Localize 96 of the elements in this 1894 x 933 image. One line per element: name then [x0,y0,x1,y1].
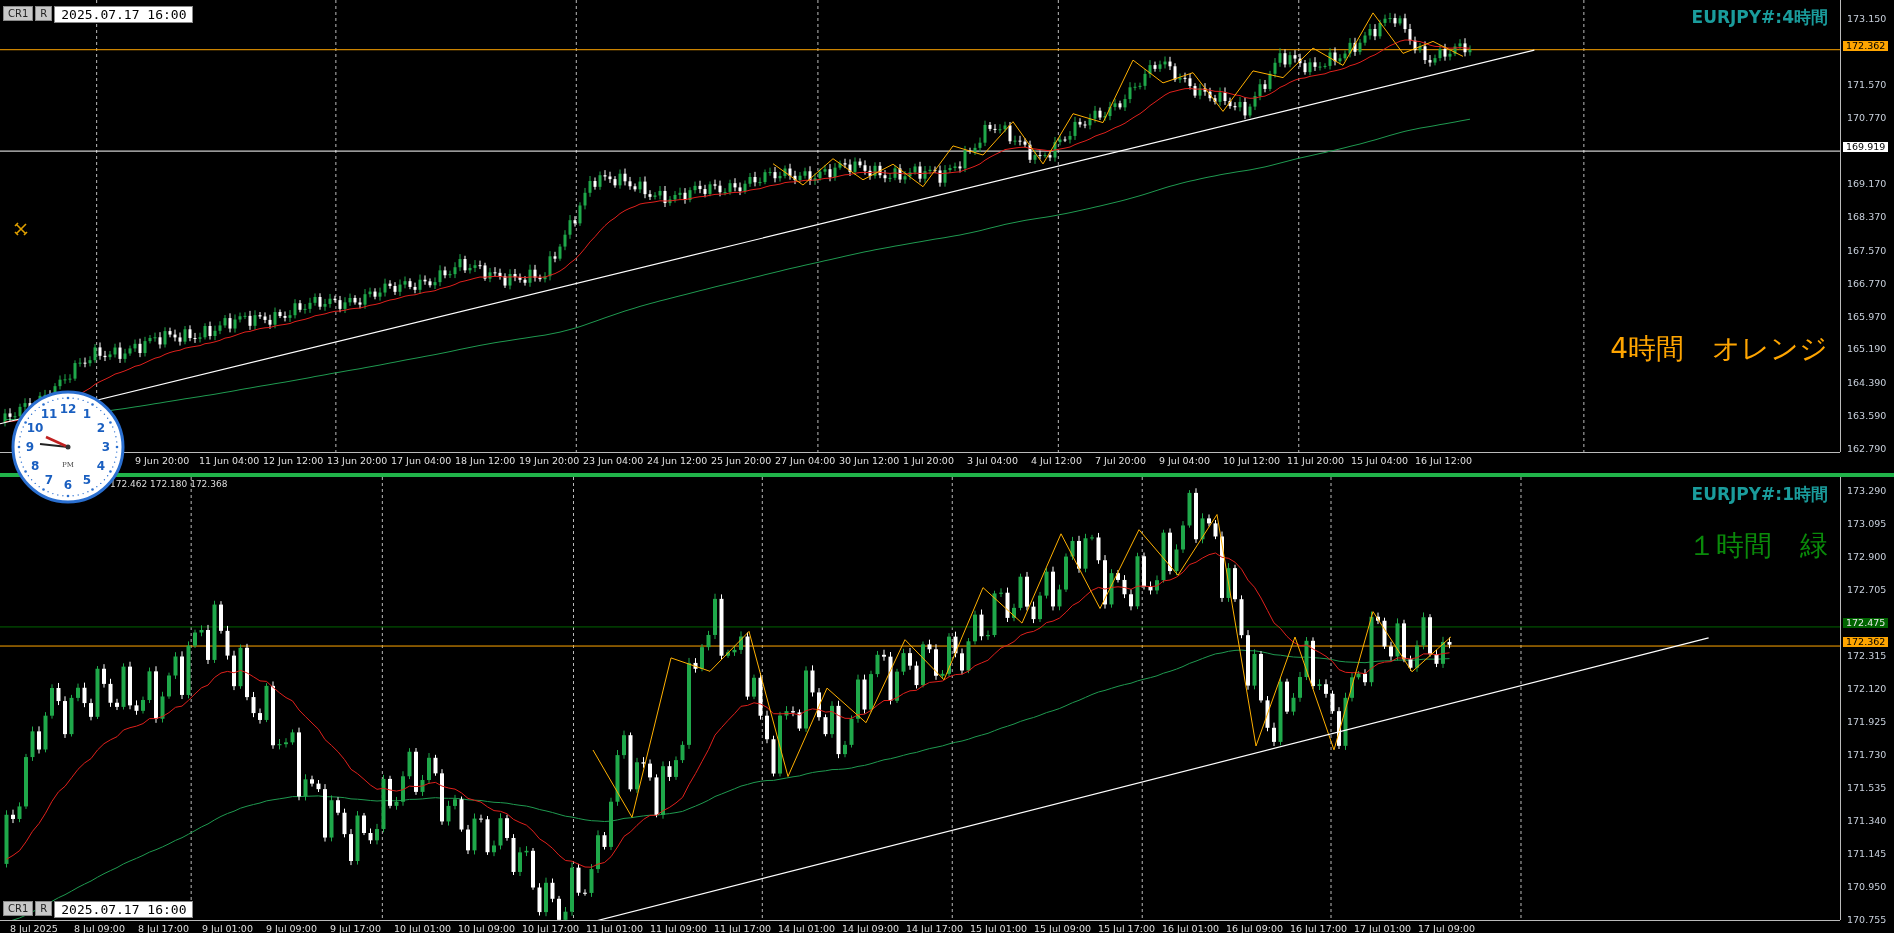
clock-numeral: 12 [59,402,77,416]
chart-mode-button[interactable]: CR1 [3,901,34,916]
time-label: 15 Jul 04:00 [1351,454,1409,468]
price-tick-label: 172.900 [1847,551,1887,562]
time-label: 9 Jul 09:00 [266,922,318,933]
time-label: 14 Jul 09:00 [842,922,900,933]
clock-numeral: 2 [96,421,106,435]
price-tick-label: 165.190 [1847,343,1887,355]
price-tick-label: 165.970 [1847,311,1887,322]
time-label: 14 Jul 01:00 [778,922,836,933]
time-label: 8 Jul 09:00 [74,922,126,933]
price-tick-label: 172.120 [1847,683,1887,694]
time-label: 4 Jul 12:00 [1031,454,1083,468]
price-tick-label: 167.570 [1847,244,1887,256]
time-label: 25 Jun 20:00 [711,454,773,468]
time-label: 10 Jul 01:00 [394,922,452,933]
price-marker: 172.362 [1843,40,1889,51]
price-tick-label: 171.925 [1847,716,1887,727]
time-label: 9 Jul 04:00 [1159,454,1211,468]
price-tick-label: 162.790 [1847,443,1887,454]
time-label: 11 Jul 01:00 [586,922,644,933]
price-tick-label: 171.340 [1847,815,1887,826]
time-label: 11 Jul 17:00 [714,922,772,933]
timeframe-note: 4時間 オレンジ [1610,331,1828,367]
time-label: 16 Jul 17:00 [1290,922,1348,933]
price-marker: 172.362 [1843,637,1889,648]
time-label: 17 Jul 01:00 [1354,922,1412,933]
symbol-label: EURJPY#:4時間 [1691,6,1828,29]
time-label: 9 Jul 01:00 [202,922,254,933]
price-tick-label: 164.390 [1847,376,1887,388]
time-label: 11 Jul 20:00 [1287,454,1345,468]
time-label: 19 Jun 20:00 [519,454,581,468]
price-marker: 172.475 [1843,617,1889,628]
clock-numeral: 10 [26,421,44,435]
price-marker: 169.919 [1843,142,1889,153]
clock-numeral: 5 [82,472,92,487]
time-label: 10 Jul 17:00 [522,922,580,933]
price-tick-label: 166.770 [1847,277,1887,289]
time-label: 10 Jul 12:00 [1223,454,1281,468]
clock-numeral: 9 [25,440,35,454]
time-label: 18 Jun 12:00 [455,454,517,468]
clock-numeral: 11 [40,407,58,422]
time-label: 15 Jul 01:00 [970,922,1028,933]
time-label: 8 Jul 17:00 [138,922,190,933]
time-label: 12 Jun 12:00 [263,454,325,468]
clock-numeral: 7 [44,472,54,487]
time-label: 17 Jul 09:00 [1418,922,1476,933]
time-label: 10 Jul 09:00 [458,922,516,933]
time-label: 7 Jul 20:00 [1095,454,1147,468]
time-label: 16 Jul 01:00 [1162,922,1220,933]
chart-mode-button[interactable]: R [35,6,53,21]
time-label: 3 Jul 04:00 [967,454,1019,468]
time-label: 24 Jun 12:00 [647,454,709,468]
clock-numeral: 8 [30,459,40,473]
time-label: 9 Jul 17:00 [330,922,382,933]
time-label: 27 Jun 04:00 [775,454,837,468]
chart-mode-button[interactable]: R [35,901,53,916]
price-tick-label: 169.170 [1847,178,1887,190]
time-label: 15 Jul 17:00 [1098,922,1156,933]
price-tick-label: 173.095 [1847,518,1887,529]
time-label: 15 Jul 09:00 [1034,922,1092,933]
time-label: 11 Jun 04:00 [199,454,261,468]
price-tick-label: 170.755 [1847,914,1887,925]
price-tick-label: 172.705 [1847,584,1887,595]
clock-numeral: 1 [82,407,92,422]
price-tick-label: 163.590 [1847,409,1887,421]
ohlc-values: 172.462 172.180 172.368 [110,479,228,489]
time-label: 13 Jun 20:00 [327,454,389,468]
timeframe-note: １時間 緑 [1688,528,1828,564]
price-tick-label: 171.145 [1847,848,1887,859]
time-label: 8 Jul 2025 [10,922,59,933]
chart-mode-button[interactable]: CR1 [3,6,34,21]
time-label: 30 Jun 12:00 [839,454,901,468]
time-label: 1 Jul 20:00 [903,454,955,468]
clock-numeral: 3 [101,440,111,454]
datetime-field[interactable]: 2025.07.17 16:00 [54,901,194,918]
symbol-label: EURJPY#:1時間 [1691,483,1828,506]
price-tick-label: 170.950 [1847,881,1887,892]
time-label: 23 Jun 04:00 [583,454,645,468]
datetime-field[interactable]: 2025.07.17 16:00 [54,6,194,23]
price-tick-label: 171.730 [1847,749,1887,760]
time-label: 11 Jul 09:00 [650,922,708,933]
price-tick-label: 173.150 [1847,13,1887,24]
time-label: 16 Jul 09:00 [1226,922,1284,933]
price-tick-label: 173.290 [1847,485,1887,496]
price-tick-label: 171.570 [1847,78,1887,90]
clock-numeral: 4 [96,459,106,473]
price-tick-label: 170.770 [1847,111,1887,123]
price-tick-label: 168.370 [1847,211,1887,223]
price-tick-label: 171.535 [1847,782,1887,793]
time-label: 9 Jun 20:00 [135,454,191,468]
time-label: 14 Jul 17:00 [906,922,964,933]
clock-numeral: 6 [63,478,73,492]
price-tick-label: 172.315 [1847,650,1887,661]
time-label: 16 Jul 12:00 [1415,454,1473,468]
time-label: 17 Jun 04:00 [391,454,453,468]
